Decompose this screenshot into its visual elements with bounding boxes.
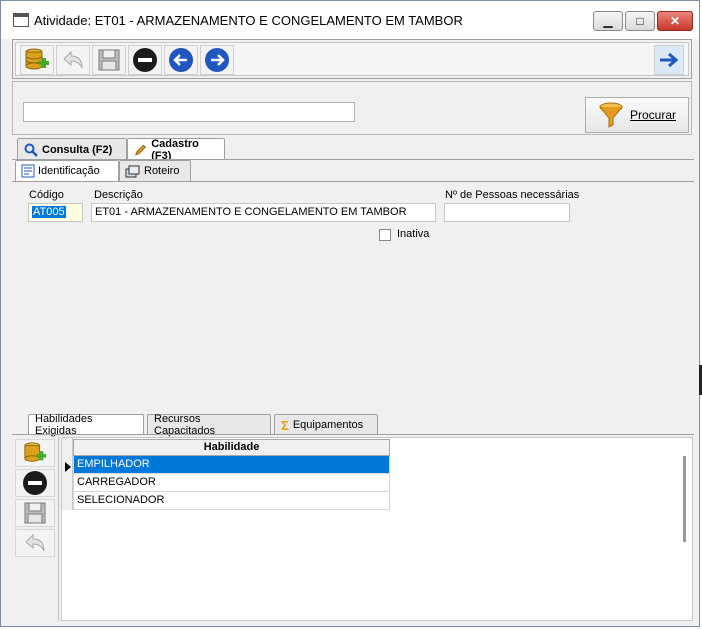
grid-save-button[interactable] (15, 499, 55, 527)
subtabs-divider (12, 181, 694, 182)
toolbar (12, 39, 692, 79)
column-header-habilidade[interactable]: Habilidade (73, 439, 390, 456)
pessoas-label: Nº de Pessoas necessárias (445, 189, 580, 201)
title-bar: Atividade: ET01 - ARMAZENAMENTO E CONGEL… (1, 1, 699, 39)
window: Atividade: ET01 - ARMAZENAMENTO E CONGEL… (0, 0, 700, 627)
codigo-label: Código (29, 189, 64, 201)
forward-button[interactable] (654, 45, 684, 75)
subtab-roteiro[interactable]: Roteiro (119, 160, 191, 181)
remove-button[interactable] (128, 45, 162, 75)
grid-add-button[interactable] (15, 439, 55, 467)
bottom-tabs-divider (12, 434, 694, 435)
procurar-button[interactable]: Procurar (585, 97, 689, 133)
tab-recursos[interactable]: Recursos Capacitados (147, 413, 271, 437)
subtab-roteiro-label: Roteiro (144, 165, 180, 177)
tab-habilidades[interactable]: Habilidades Exigidas (28, 413, 144, 437)
tab-equipamentos-label: Equipamentos (292, 419, 364, 431)
descricao-label: Descrição (94, 189, 143, 201)
table-row[interactable]: SELECIONADOR (73, 492, 390, 510)
tab-cadastro[interactable]: Cadastro (F3) (127, 137, 225, 162)
grid-actions (13, 437, 59, 621)
undo-icon (25, 533, 45, 552)
toolbar-inner (15, 42, 689, 76)
codigo-value: AT005 (32, 206, 66, 218)
inativa-checkbox[interactable] (379, 229, 391, 241)
subtab-identificacao[interactable]: Identificação (15, 160, 119, 181)
forward-arrow-icon (660, 52, 679, 68)
subtab-identificacao-label: Identificação (38, 165, 100, 177)
roteiro-icon (125, 165, 140, 178)
save-button[interactable] (92, 45, 126, 75)
descricao-field[interactable]: ET01 - ARMAZENAMENTO E CONGELAMENTO EM T… (91, 203, 436, 222)
document-icon (21, 164, 35, 178)
minimize-button[interactable]: ▁ (593, 11, 623, 31)
save-icon (98, 49, 120, 71)
tab-equipamentos[interactable]: Σ Equipamentos (274, 414, 378, 435)
save-icon (24, 502, 46, 524)
undo-icon (63, 50, 83, 69)
previous-button[interactable] (164, 45, 198, 75)
vertical-scrollbar[interactable] (683, 456, 686, 542)
search-panel: Procurar (12, 81, 692, 135)
undo-button[interactable] (56, 45, 90, 75)
arrow-left-icon (169, 48, 193, 72)
arrow-right-icon (205, 48, 229, 72)
inativa-label: Inativa (397, 228, 430, 240)
remove-icon (133, 48, 157, 72)
grid-remove-button[interactable] (15, 469, 55, 497)
procurar-label: Procurar (629, 108, 676, 122)
tab-cadastro-label: Cadastro (F3) (151, 137, 199, 162)
database-add-icon (25, 48, 49, 70)
maximize-button[interactable]: □ (625, 11, 655, 31)
database-add-icon (24, 442, 47, 462)
habilidades-grid: Habilidade EMPILHADOR CARREGADOR SELECIO… (61, 437, 693, 621)
pessoas-field[interactable] (444, 203, 570, 222)
add-record-button[interactable] (20, 45, 54, 75)
tab-consulta-label: Consulta (F2) (42, 143, 113, 156)
magnifier-icon (24, 143, 38, 157)
row-indicator-column (62, 438, 73, 510)
remove-icon (23, 471, 47, 495)
sigma-icon: Σ (281, 417, 289, 433)
grid-undo-button[interactable] (15, 529, 55, 557)
close-button[interactable]: ✕ (657, 11, 693, 31)
window-title: Atividade: ET01 - ARMAZENAMENTO E CONGEL… (34, 13, 463, 28)
window-icon (13, 13, 29, 27)
search-input[interactable] (23, 102, 355, 122)
pencil-icon (135, 144, 146, 155)
next-button[interactable] (200, 45, 234, 75)
table-row[interactable]: CARREGADOR (73, 474, 390, 492)
current-row-pointer-icon (65, 462, 71, 472)
funnel-icon (599, 102, 623, 128)
table-row[interactable]: EMPILHADOR (73, 456, 390, 474)
tab-consulta[interactable]: Consulta (F2) (17, 138, 127, 160)
codigo-field[interactable]: AT005 (28, 203, 83, 222)
